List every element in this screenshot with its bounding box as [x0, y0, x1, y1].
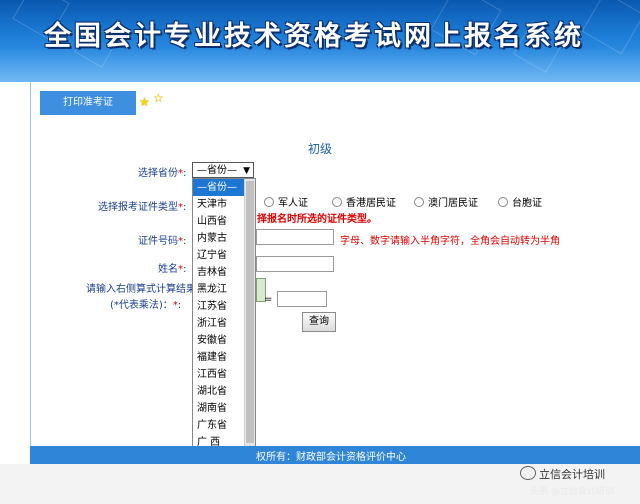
id-number-input[interactable] — [256, 229, 334, 245]
footer-bar: 权所有：财政部会计资格评价中心 — [30, 446, 640, 464]
wechat-icon — [520, 466, 536, 480]
name-label: 姓名*: — [158, 264, 187, 275]
captcha-input[interactable] — [277, 291, 327, 307]
print-admission-tab[interactable]: 打印准考证 — [40, 91, 136, 115]
exam-level-title: 初级 — [308, 142, 333, 156]
watermark-sub: 头条 @立信会计培训 — [530, 487, 614, 497]
radio-military-cert[interactable]: 军人证 — [264, 194, 308, 209]
captcha-label: 请输入右侧算式计算结果 — [86, 284, 196, 295]
name-input[interactable] — [256, 256, 334, 272]
query-button[interactable]: 查询 — [302, 312, 336, 332]
system-title: 全国会计专业技术资格考试网上报名系统 — [44, 21, 584, 52]
header-banner: 全国会计专业技术资格考试网上报名系统 — [0, 0, 640, 82]
scrollbar-thumb[interactable] — [246, 181, 254, 443]
copyright-text: 权所有：财政部会计资格评价中心 — [256, 452, 406, 463]
dropdown-arrow-icon: ▼ — [243, 166, 250, 176]
star-icon: ★ — [139, 95, 150, 109]
content-panel — [30, 82, 640, 446]
captcha-note: (*代表乘法)：*: — [110, 300, 182, 311]
id-number-hint: 字母、数字请输入半角字符，全角会自动转为半角 — [340, 236, 560, 247]
radio-taiwan-cert[interactable]: 台胞证 — [498, 194, 542, 209]
id-number-label: 证件号码*: — [138, 236, 187, 247]
equals-sign: = — [264, 294, 273, 305]
radio-hk-cert[interactable]: 香港居民证 — [332, 194, 396, 209]
province-select[interactable]: —省份— ▼ — [192, 162, 254, 178]
radio-macau-cert[interactable]: 澳门居民证 — [414, 194, 478, 209]
province-label: 选择省份*: — [138, 168, 187, 179]
star-icon: ☆ — [153, 91, 164, 105]
watermark: 立信会计培训 — [520, 466, 605, 482]
cert-type-warning: 择报名时所选的证件类型。 — [257, 214, 377, 225]
cert-type-label: 选择报考证件类型*: — [98, 202, 187, 213]
